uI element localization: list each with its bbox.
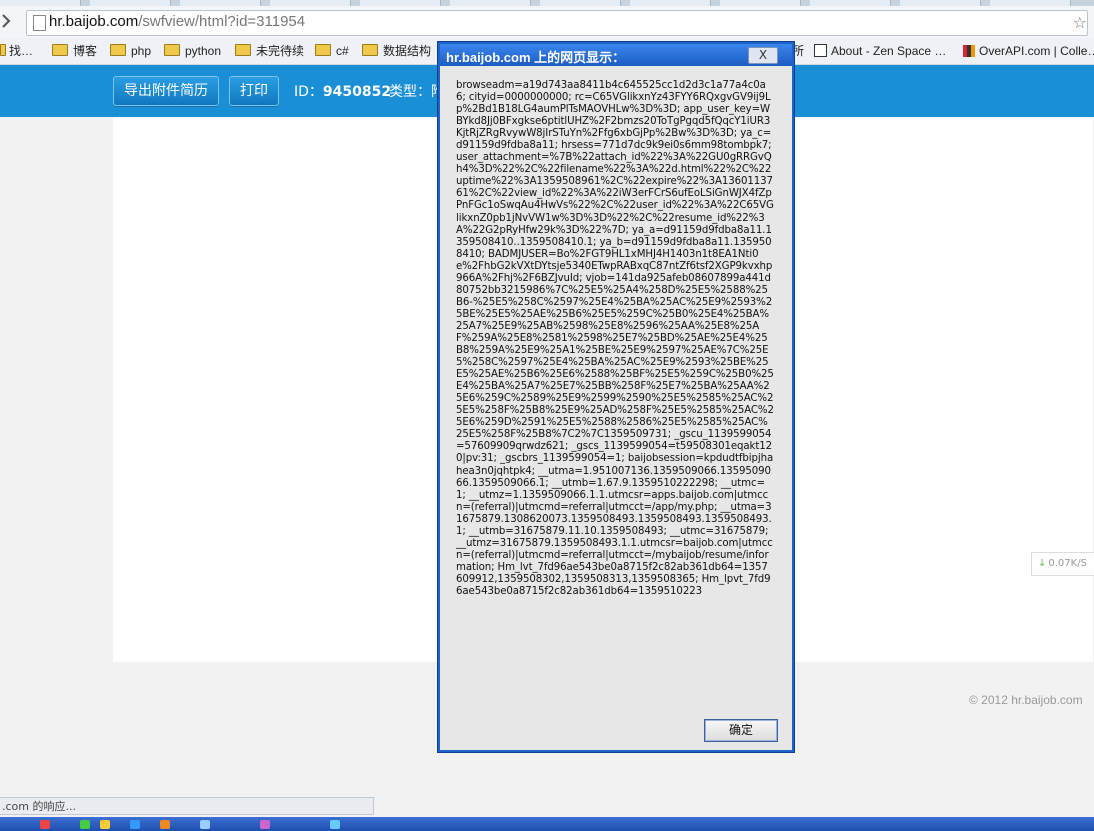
bookmark-item[interactable]: 数据结构 [362, 42, 431, 60]
taskbar-app-icon[interactable] [260, 820, 270, 829]
dialog-titlebar[interactable]: hr.baijob.com 上的网页显示： X [440, 44, 792, 66]
print-button[interactable]: 打印 [229, 76, 279, 106]
folder-icon [164, 44, 180, 56]
taskbar-app-icon[interactable] [160, 820, 170, 829]
folder-icon [235, 44, 251, 56]
bookmark-item[interactable]: About - Zen Space … [814, 42, 946, 60]
folder-icon [52, 44, 68, 56]
bookmark-item[interactable]: php [110, 42, 151, 60]
folder-icon [110, 44, 126, 56]
bookmark-item[interactable]: OverAPI.com | Colle… [963, 42, 1094, 60]
taskbar-app-icon[interactable] [130, 820, 140, 829]
url-text: hr.baijob.com/swfview/html?id=311954 [49, 13, 306, 30]
bookmark-item[interactable]: c# [315, 42, 349, 60]
folder-icon [0, 44, 6, 56]
bookmark-item[interactable]: python [164, 42, 221, 60]
resume-id: ID：9450852 [294, 84, 392, 100]
taskbar-app-icon[interactable] [80, 820, 90, 829]
dialog-title: hr.baijob.com 上的网页显示： [446, 50, 626, 65]
page-icon [33, 15, 46, 31]
taskbar-app-icon[interactable] [100, 820, 110, 829]
taskbar-app-icon[interactable] [40, 820, 50, 829]
page-icon [814, 44, 827, 57]
bookmark-item[interactable]: 博客 [52, 42, 97, 60]
alert-dialog: hr.baijob.com 上的网页显示： X browseadm=a19d74… [438, 42, 794, 752]
footer-copyright: © 2012 hr.baijob.com [969, 693, 1083, 707]
folder-icon [362, 44, 378, 56]
ok-button[interactable]: 确定 [704, 719, 778, 742]
close-icon[interactable]: X [748, 47, 778, 64]
address-bar: hr.baijob.com/swfview/html?id=311954 ☆ [0, 6, 1094, 39]
network-speed-widget: ↓ 0.07K/S [1031, 552, 1094, 576]
folder-icon [315, 44, 331, 56]
bookmark-item[interactable]: 未完待续 [235, 42, 304, 60]
taskbar [0, 817, 1094, 831]
download-arrow-icon: ↓ [1038, 558, 1047, 569]
resume-type: 类型：附 [389, 84, 445, 100]
dialog-message: browseadm=a19d743aa8411b4c645525cc1d2d3c… [456, 80, 774, 597]
overapi-icon [963, 45, 975, 57]
taskbar-app-icon[interactable] [200, 820, 210, 829]
star-icon[interactable]: ☆ [1073, 13, 1087, 32]
taskbar-app-icon[interactable] [330, 820, 340, 829]
url-input[interactable]: hr.baijob.com/swfview/html?id=311954 ☆ [26, 10, 1088, 36]
status-bar: .com 的响应... [0, 797, 374, 815]
export-attachment-button[interactable]: 导出附件简历 [113, 76, 219, 106]
bookmark-item[interactable]: 找… [0, 42, 33, 60]
settings-icon[interactable] [0, 14, 14, 28]
